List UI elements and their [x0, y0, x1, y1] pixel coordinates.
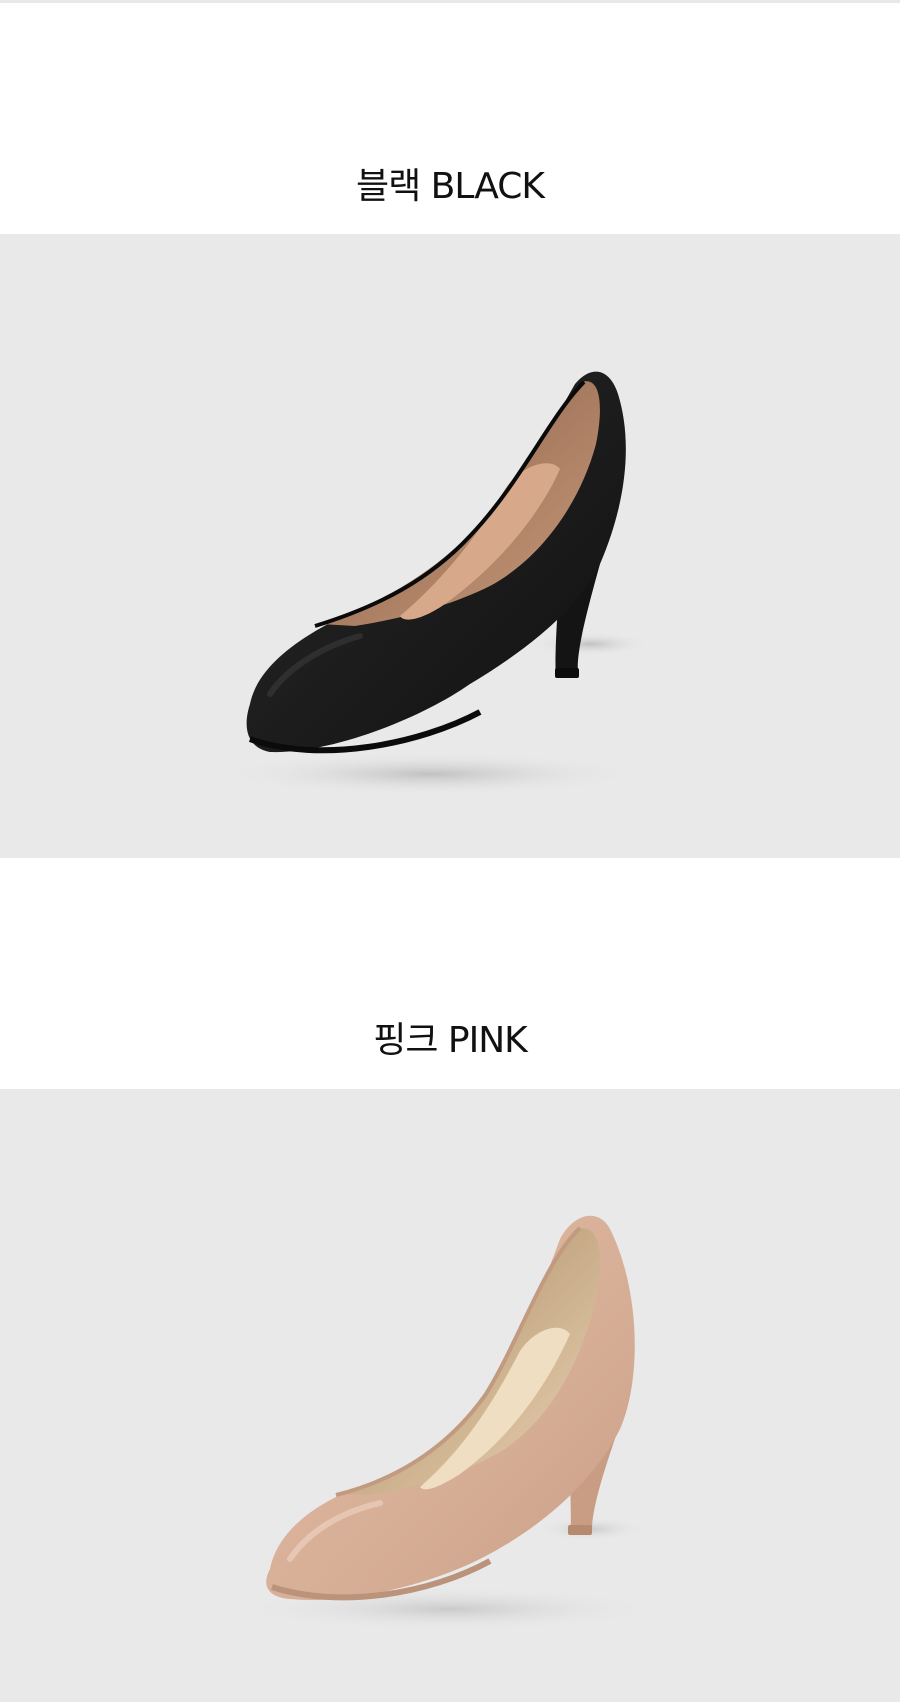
black-pump-shoe-image	[220, 371, 650, 796]
product-detail-page: 블랙 BLACK 핑크 PINK	[0, 0, 900, 1702]
color-title-black: 블랙 BLACK	[355, 166, 545, 207]
top-divider	[0, 0, 900, 3]
color-title-pink: 핑크 PINK	[373, 1020, 528, 1061]
black-shoe-photo	[0, 234, 900, 858]
pink-pump-shoe-image	[240, 1215, 660, 1631]
pink-shoe-photo	[0, 1089, 900, 1702]
